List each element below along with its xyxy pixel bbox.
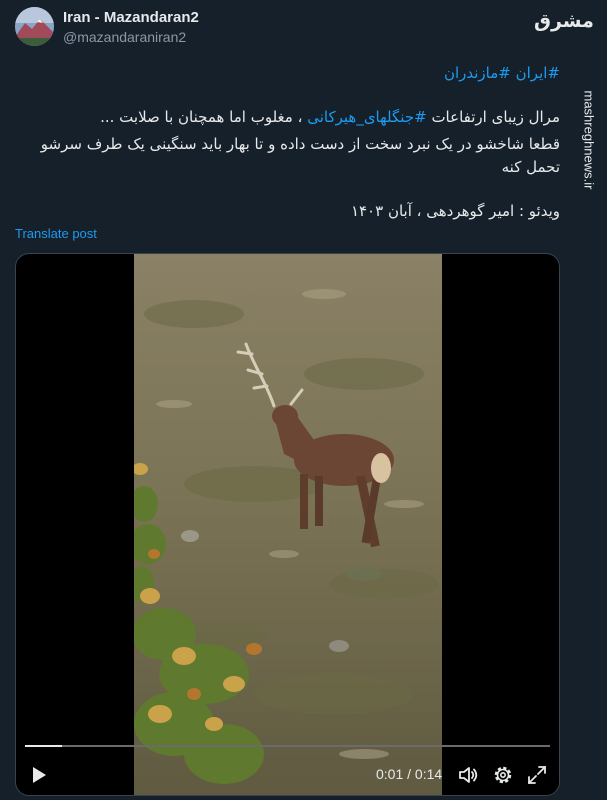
watermark-text: mashreghnews.ir [581,90,597,190]
video-credit: ویدئو : امیر گوهردهی ، آبان ۱۴۰۳ [350,202,560,220]
tweet-text-line-1: مرال زیبای ارتفاعات #جنگلهای_هیرکانی ، م… [15,106,560,128]
play-button[interactable] [29,765,49,785]
settings-icon [494,766,512,784]
tweet-text-segment: مرال زیبای ارتفاعات [426,108,560,126]
video-frame-deer[interactable] [134,254,442,795]
tweet-hashtags: #ایران #مازندران [15,62,560,84]
hashtag-mazandaran[interactable]: #مازندران [444,64,511,82]
hashtag-iran[interactable]: #ایران [516,64,560,82]
hashtag-hyrcanian-forests[interactable]: #جنگلهای_هیرکانی [307,108,426,126]
site-watermark: mashreghnews.ir [577,60,601,220]
fullscreen-button[interactable] [526,764,548,786]
author-handle[interactable]: @mazandaraniran2 [63,29,186,45]
volume-button[interactable] [457,764,479,786]
video-progress-bar[interactable] [25,745,550,747]
tweet-text-segment: ، مغلوب اما همچنان با صلابت ... [100,108,308,126]
video-time-separator: / [403,766,415,782]
video-time-display: 0:01 / 0:14 [376,766,442,782]
tweet-text-line-2: قطعا شاخشو در یک نبرد سخت از دست داده و … [40,135,560,153]
video-player[interactable]: 0:01 / 0:14 [15,253,560,796]
author-name[interactable]: Iran - Mazandaran2 [63,9,199,26]
brand-logo: مشرق [534,10,594,32]
tweet-text-line-3: تحمل کنه [501,158,560,176]
play-icon [33,767,46,783]
volume-icon [459,767,478,783]
fullscreen-icon [528,766,546,784]
video-progress-fill [25,745,62,747]
video-duration: 0:14 [414,766,443,782]
settings-button[interactable] [492,764,514,786]
author-avatar[interactable] [15,7,54,46]
mountain-avatar-icon [15,7,54,46]
translate-post-link[interactable]: Translate post [15,226,97,241]
video-elapsed: 0:01 [376,766,404,782]
